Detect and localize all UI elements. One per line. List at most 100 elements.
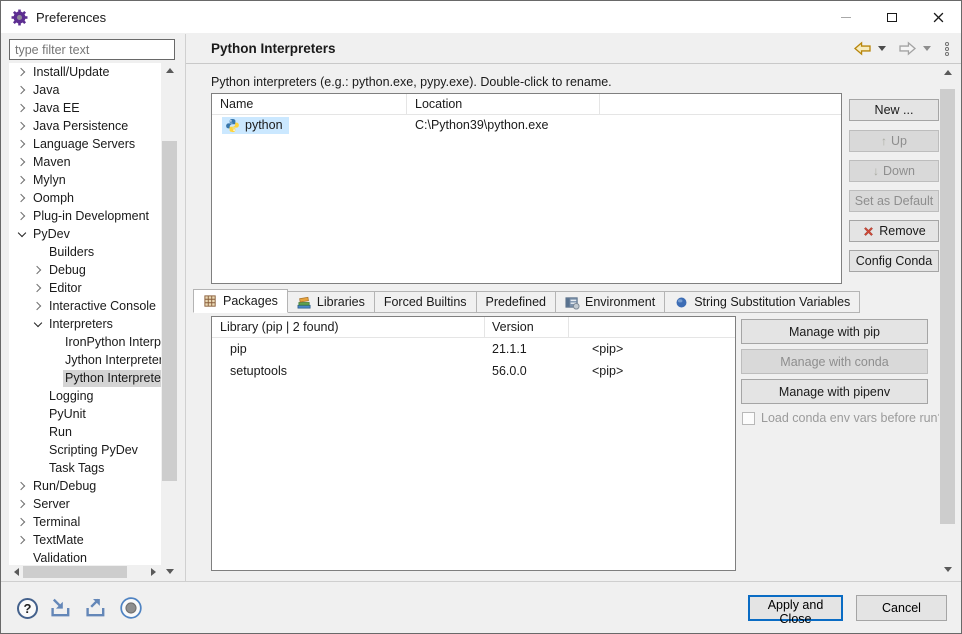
sidebar-item-validation[interactable]: Validation [9,549,161,566]
export-icon[interactable] [84,596,108,620]
sidebar-item-textmate[interactable]: TextMate [9,531,161,549]
chevron-right-icon[interactable] [15,155,29,169]
chevron-right-icon[interactable] [15,191,29,205]
sidebar-item-server[interactable]: Server [9,495,161,513]
chevron-right-icon[interactable] [15,137,29,151]
scroll-up-arrow[interactable] [161,63,178,78]
import-icon[interactable] [49,596,73,620]
load-conda-env-checkbox-row[interactable]: Load conda env vars before run? [742,411,944,425]
scroll-down-arrow[interactable] [939,562,956,577]
sidebar-item-interpreters[interactable]: Interpreters [9,315,161,333]
down-button[interactable]: ↓Down [849,160,939,182]
sidebar-item-java-ee[interactable]: Java EE [9,99,161,117]
set-as-default-button[interactable]: Set as Default [849,190,939,212]
tree-vertical-scrollbar[interactable] [161,63,178,579]
sidebar-item-interactive-console[interactable]: Interactive Console [9,297,161,315]
chevron-right-icon[interactable] [15,515,29,529]
chevron-right-icon[interactable] [15,173,29,187]
sidebar-item-mylyn[interactable]: Mylyn [9,171,161,189]
tab-environment[interactable]: Environment [555,291,665,313]
close-button[interactable] [915,1,961,33]
main-scrollbar-thumb[interactable] [940,89,955,524]
minimize-button[interactable] [823,1,869,33]
tree-hscrollbar-thumb[interactable] [23,566,127,578]
remove-button[interactable]: Remove [849,220,939,242]
filter-input[interactable] [9,39,175,60]
record-preferences-icon[interactable] [119,596,143,620]
cancel-button[interactable]: Cancel [856,595,947,621]
forward-icon[interactable] [898,41,917,56]
sidebar-item-pyunit[interactable]: PyUnit [9,405,161,423]
sidebar-item-task-tags[interactable]: Task Tags [9,459,161,477]
column-header-library[interactable]: Library (pip | 2 found) [212,317,485,337]
chevron-right-icon[interactable] [31,299,45,313]
sidebar-item-plugin-development[interactable]: Plug-in Development [9,207,161,225]
view-menu-icon[interactable] [945,42,949,56]
sidebar-item-install-update[interactable]: Install/Update [9,63,161,81]
maximize-button[interactable] [869,1,915,33]
sidebar-item-scripting-pydev[interactable]: Scripting PyDev [9,441,161,459]
sidebar-item-pydev[interactable]: PyDev [9,225,161,243]
tree-scrollbar-thumb[interactable] [162,141,177,481]
packages-table[interactable]: Library (pip | 2 found) Version pip 21.1… [211,316,736,571]
sidebar-item-maven[interactable]: Maven [9,153,161,171]
forward-history-dropdown[interactable] [923,46,931,51]
package-row[interactable]: setuptools 56.0.0 <pip> [212,360,735,382]
interpreters-table[interactable]: Name Location python C:\Pyth [211,93,842,284]
column-header-location[interactable]: Location [407,94,600,114]
tree-horizontal-scrollbar[interactable] [9,565,161,579]
chevron-right-icon[interactable] [31,263,45,277]
chevron-right-icon[interactable] [15,209,29,223]
sidebar-item-language-servers[interactable]: Language Servers [9,135,161,153]
checkbox-icon[interactable] [742,412,755,425]
tab-forced-builtins[interactable]: Forced Builtins [374,291,477,313]
chevron-right-icon[interactable] [15,479,29,493]
chevron-right-icon[interactable] [15,83,29,97]
sidebar-item-builders[interactable]: Builders [9,243,161,261]
tab-predefined[interactable]: Predefined [476,291,556,313]
scroll-up-arrow[interactable] [939,65,956,80]
chevron-right-icon[interactable] [31,281,45,295]
manage-with-pip-button[interactable]: Manage with pip [741,319,928,344]
back-icon[interactable] [853,41,872,56]
sidebar-item-logging[interactable]: Logging [9,387,161,405]
sidebar-item-oomph[interactable]: Oomph [9,189,161,207]
help-icon[interactable]: ? [17,598,38,619]
tab-string-substitution-variables[interactable]: String Substitution Variables [664,291,860,313]
config-conda-button[interactable]: Config Conda [849,250,939,272]
up-button[interactable]: ↑Up [849,130,939,152]
sidebar-item-terminal[interactable]: Terminal [9,513,161,531]
column-header-name[interactable]: Name [212,94,407,114]
sidebar-item-ironpython-interpreter[interactable]: IronPython Interpr [9,333,161,351]
selected-interpreter[interactable]: python [222,117,289,134]
apply-and-close-button[interactable]: Apply and Close [748,595,843,621]
manage-with-conda-button[interactable]: Manage with conda [741,349,928,374]
back-history-dropdown[interactable] [878,46,886,51]
sidebar-item-java-persistence[interactable]: Java Persistence [9,117,161,135]
title-bar[interactable]: Preferences [1,1,961,33]
sidebar-item-java[interactable]: Java [9,81,161,99]
chevron-down-icon[interactable] [31,317,45,331]
tab-libraries[interactable]: Libraries [287,291,375,313]
sidebar-item-editor[interactable]: Editor [9,279,161,297]
sidebar-item-run[interactable]: Run [9,423,161,441]
scroll-down-arrow[interactable] [161,564,178,579]
sidebar-item-jython-interpreter[interactable]: Jython Interpreter [9,351,161,369]
main-vertical-scrollbar[interactable] [939,65,956,577]
manage-with-pipenv-button[interactable]: Manage with pipenv [741,379,928,404]
tab-packages[interactable]: Packages [193,289,288,313]
chevron-right-icon[interactable] [15,497,29,511]
column-header-version[interactable]: Version [485,317,569,337]
scroll-right-arrow[interactable] [146,565,161,579]
chevron-right-icon[interactable] [15,533,29,547]
scroll-left-arrow[interactable] [9,565,24,579]
chevron-down-icon[interactable] [15,227,29,241]
sidebar-item-debug[interactable]: Debug [9,261,161,279]
chevron-right-icon[interactable] [15,101,29,115]
sidebar-item-python-interpreter[interactable]: Python Interpreter [9,369,161,387]
package-row[interactable]: pip 21.1.1 <pip> [212,338,735,360]
chevron-right-icon[interactable] [15,65,29,79]
new-button[interactable]: New ... [849,99,939,121]
chevron-right-icon[interactable] [15,119,29,133]
sidebar-item-run-debug[interactable]: Run/Debug [9,477,161,495]
